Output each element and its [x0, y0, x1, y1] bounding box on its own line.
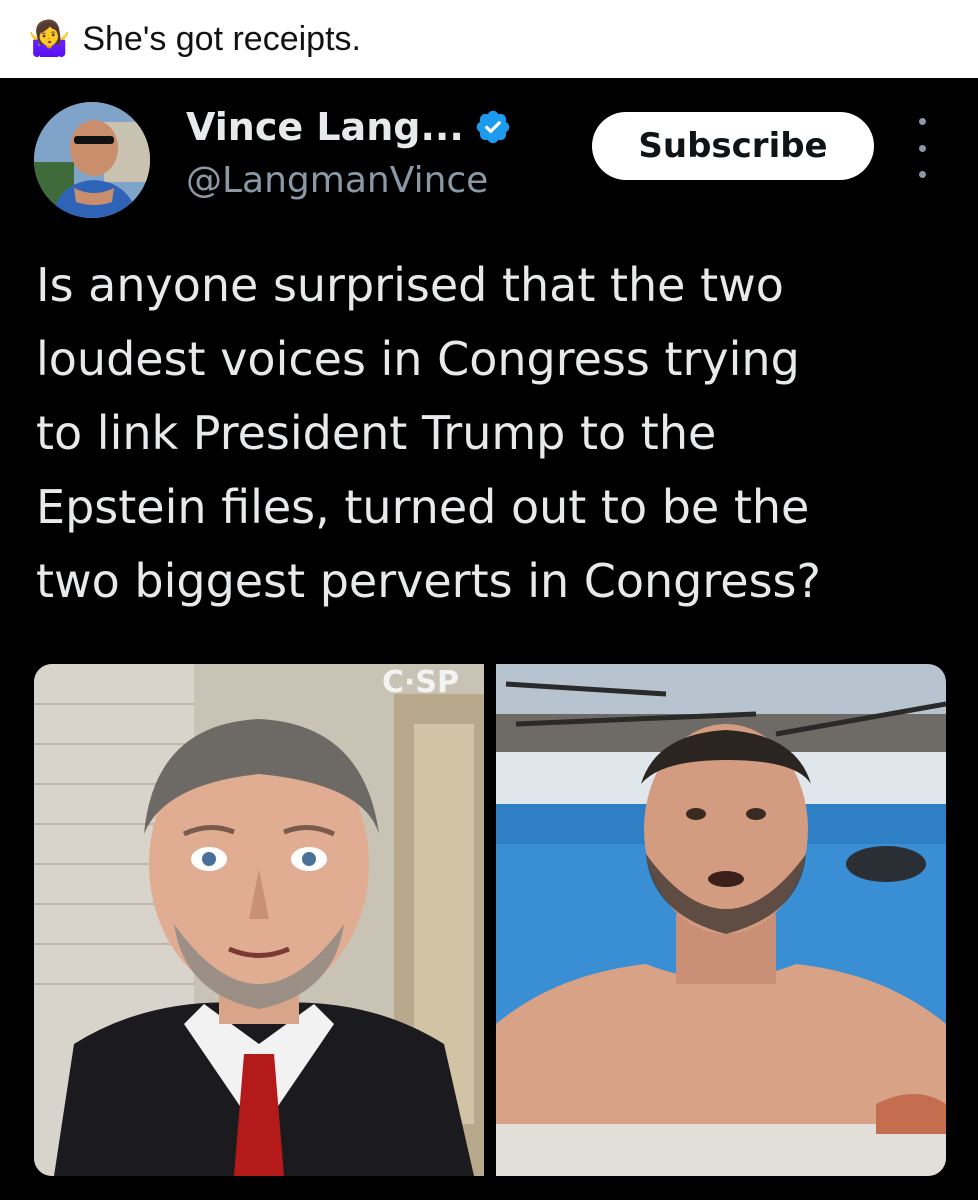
verified-badge-icon: [474, 108, 512, 146]
subscribe-button[interactable]: Subscribe: [592, 112, 874, 180]
tweet-media[interactable]: C·SP: [34, 664, 946, 1176]
tweet-text-line: loudest voices in Congress trying: [36, 332, 800, 386]
tweet-text-line: to link President Trump to the: [36, 406, 717, 460]
author-handle[interactable]: @LangmanVince: [186, 160, 488, 201]
tweet-text-line: Epstein files, turned out to be the: [36, 480, 810, 534]
cspan-watermark: C·SP: [382, 665, 459, 700]
author-name-row: Vince Lang...: [186, 102, 512, 152]
tweet-card: Vince Lang... @LangmanVince Subscribe Is…: [0, 78, 978, 1200]
media-photo-left[interactable]: C·SP: [34, 664, 484, 1176]
shrug-emoji-icon: 🤷‍♀️: [28, 19, 71, 59]
more-options-icon[interactable]: [905, 118, 939, 178]
tweet-text-line: Is anyone surprised that the two: [36, 258, 784, 312]
avatar[interactable]: [34, 102, 150, 218]
author-display-name[interactable]: Vince Lang...: [186, 105, 464, 149]
post-caption: 🤷‍♀️ She's got receipts.: [0, 0, 978, 78]
tweet-text: Is anyone surprised that the two loudest…: [36, 248, 946, 618]
caption-text: She's got receipts.: [82, 19, 361, 58]
tweet-text-line: two biggest perverts in Congress?: [36, 554, 821, 608]
media-photo-right[interactable]: [496, 664, 946, 1176]
avatar-image: [34, 102, 150, 218]
